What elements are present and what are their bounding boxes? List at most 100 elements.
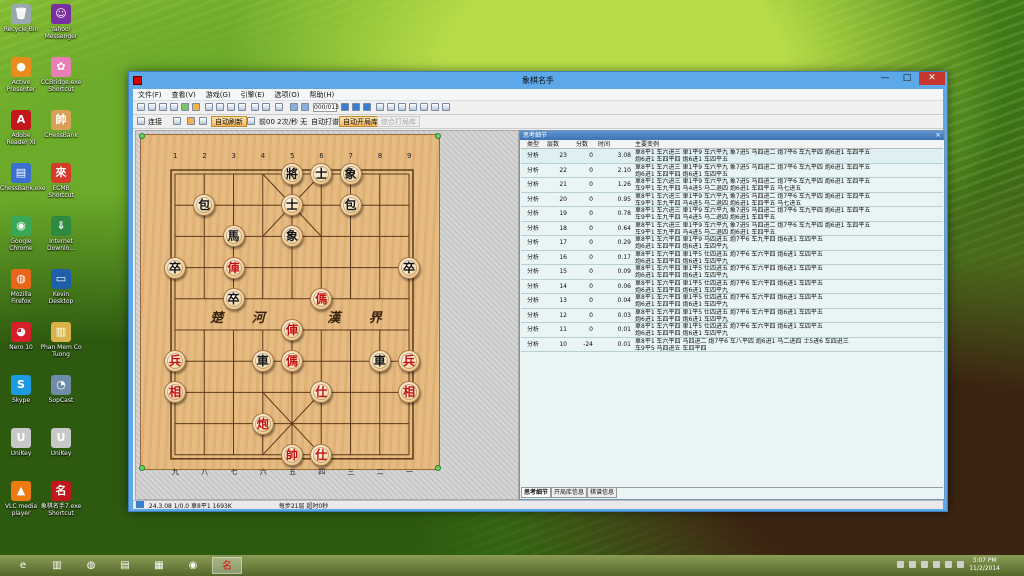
column-header[interactable]: 分数	[576, 141, 588, 149]
flag-icon[interactable]	[187, 117, 195, 125]
firefox-taskbar-icon[interactable]: ◍	[76, 557, 106, 574]
tool-icon[interactable]	[420, 103, 428, 111]
table-row[interactable]: 分析 21 0 1.26 車8平1 车六进三 車1平9 车六平九 象7进5 马四进二 炮…	[521, 178, 943, 193]
menu-item[interactable]: 文件(F)	[133, 89, 167, 101]
xiangqi-piece[interactable]: 炮	[251, 412, 274, 435]
table-row[interactable]: 分析 19 0 0.78 車8平1 车六进三 車1平9 车六平九 象7进5 马四进二 炮…	[521, 207, 943, 222]
table-row[interactable]: 分析 23 0 3.08 車8平1 车六进三 車1平9 车六平九 象7进5 马四进二 炮…	[521, 149, 943, 164]
prev-move-icon[interactable]	[301, 103, 309, 111]
menu-item[interactable]: 选项(O)	[270, 89, 305, 101]
combined-book-button[interactable]: 综合打局库	[377, 116, 420, 127]
desktop-shortcut[interactable]: ● Active Presenter	[0, 57, 42, 93]
xiangqi-piece[interactable]: 車	[251, 350, 274, 373]
connect-dropdown[interactable]: 连接	[148, 117, 162, 127]
desktop-shortcut[interactable]: 來 ECMB Shortcut	[40, 163, 82, 199]
desktop-shortcut[interactable]: A Adobe Reader XI	[0, 110, 42, 146]
xiangqi-piece[interactable]: 包	[339, 194, 362, 217]
desktop-shortcut[interactable]: ✿ CCBridge.exe Shortcut	[40, 57, 82, 93]
table-row[interactable]: 分析 16 0 0.17 車8平1 车六平四 車1平5 仕四进五 炮7平6 车六平四 炮…	[521, 250, 943, 265]
xiangqi-piece[interactable]: 俥	[222, 256, 245, 279]
desktop-shortcut[interactable]: ▥ Phan Mem Co Tuong	[40, 322, 82, 358]
table-row[interactable]: 分析 12 0 0.03 車8平1 车六平四 車1平5 仕四进五 炮7平6 车六平四 炮…	[521, 308, 943, 323]
connect-icon[interactable]	[137, 117, 145, 125]
desktop-shortcut[interactable]: S Skype	[0, 375, 42, 404]
xiangqi-piece[interactable]: 俥	[281, 319, 303, 341]
figure-icon[interactable]	[173, 117, 181, 125]
column-header[interactable]: 主要变例	[635, 141, 659, 149]
chess-board[interactable]: 將士象士包包馬象卒俥卒卒傌俥兵車傌車兵相仕相炮帥仕 楚 河漢 界12345678…	[139, 133, 441, 476]
panel-close-button[interactable]: ×	[935, 131, 941, 140]
gear-icon[interactable]	[247, 117, 255, 125]
maximize-button[interactable]: □	[896, 72, 918, 85]
menu-item[interactable]: 引擎(E)	[236, 89, 270, 101]
flip-icon[interactable]	[251, 103, 259, 111]
option-icon[interactable]	[442, 103, 450, 111]
settings-icon[interactable]	[398, 103, 406, 111]
board-icon[interactable]	[205, 103, 213, 111]
print-icon[interactable]	[227, 103, 235, 111]
desktop-shortcut[interactable]: ▭ Kevin Desktop	[40, 269, 82, 305]
minimize-button[interactable]: —	[874, 72, 896, 85]
title-bar[interactable]: 象棋名手 — □ ✕	[129, 72, 947, 89]
table-row[interactable]: 分析 10 -24 0.01 車8平1 车六平四 马四进二 炮7平6 车八平四 炮6进1…	[521, 337, 943, 352]
auto-refresh-button[interactable]: 自动刷新	[211, 116, 247, 127]
tray-keyboard-icon[interactable]	[957, 561, 964, 568]
tray-up-icon[interactable]	[897, 561, 904, 568]
table-row[interactable]: 分析 17 0 0.29 車8平1 车六平四 車1平9 马四进五 炮7平6 车九平四 炮…	[521, 236, 943, 251]
open-icon[interactable]	[148, 103, 156, 111]
xiangqi-piece[interactable]: 車	[368, 350, 391, 373]
edit-icon[interactable]	[376, 103, 384, 111]
list-icon[interactable]	[216, 103, 224, 111]
column-header[interactable]: 层数	[547, 141, 559, 149]
xiangqi-piece[interactable]: 象	[339, 163, 362, 185]
table-row[interactable]: 分析 14 0 0.06 車8平1 车六平四 車1平5 仕四进五 炮7平6 车六平四 炮…	[521, 279, 943, 294]
column-header[interactable]: 时间	[598, 141, 610, 149]
auto-play-button[interactable]: 自动打谱	[311, 117, 339, 127]
close-button[interactable]: ✕	[919, 72, 945, 85]
panel-tab[interactable]: 开局库信息	[551, 488, 588, 498]
auto-open-book-button[interactable]: 自动开局库	[339, 116, 382, 127]
tray-network-icon[interactable]	[909, 561, 916, 568]
next-move-icon[interactable]	[341, 103, 349, 111]
desktop-shortcut[interactable]: U UniKey	[0, 428, 42, 457]
last-move-icon[interactable]	[352, 103, 360, 111]
desktop-shortcut[interactable]: 帥 CHessBank	[40, 110, 82, 139]
clock-icon[interactable]	[192, 103, 200, 111]
help-icon[interactable]	[409, 103, 417, 111]
menu-item[interactable]: 帮助(H)	[305, 89, 340, 101]
xiangqi-piece[interactable]: 將	[281, 163, 303, 185]
desktop-shortcut[interactable]: ◉ Google Chrome	[0, 216, 42, 252]
tray-volume-icon[interactable]	[933, 561, 940, 568]
xiangqi-piece[interactable]: 卒	[164, 256, 186, 279]
save-icon[interactable]	[159, 103, 167, 111]
desktop-shortcut[interactable]: ◔ SopCast	[40, 375, 82, 404]
menu-item[interactable]: 查看(V)	[167, 89, 201, 101]
notepad-taskbar-icon[interactable]: ▦	[144, 557, 174, 574]
chrome-taskbar-icon[interactable]: ◉	[178, 557, 208, 574]
tray-battery-icon[interactable]	[945, 561, 952, 568]
play-icon[interactable]	[363, 103, 371, 111]
search-icon[interactable]	[238, 103, 246, 111]
desktop-shortcut[interactable]: ▲ VLC media player	[0, 481, 42, 517]
table-row[interactable]: 分析 13 0 0.04 車8平1 车六平四 車1平5 仕四进五 炮7平6 车六平四 炮…	[521, 294, 943, 309]
desktop-shortcut[interactable]: 🗑 Recycle Bin	[0, 4, 42, 33]
table-row[interactable]: 分析 22 0 2.10 車8平1 车六进三 車1平9 车六平九 象7进5 马四进二 炮…	[521, 163, 943, 178]
desktop-shortcut[interactable]: 名象棋名手7.exe Shortcut	[40, 481, 82, 517]
table-row[interactable]: 分析 15 0 0.09 車8平1 车六平四 車1平5 仕四进五 炮7平6 车六平四 炮…	[521, 265, 943, 280]
desktop-shortcut[interactable]: U UniKey	[40, 428, 82, 457]
panel-tab[interactable]: 棋谱信息	[587, 488, 618, 498]
tray-flag-icon[interactable]	[921, 561, 928, 568]
folder-taskbar-icon[interactable]: ▤	[110, 557, 140, 574]
xiangqi-piece[interactable]: 馬	[222, 225, 245, 248]
desktop-shortcut[interactable]: ☺ Yahoo! Messenger	[40, 4, 82, 40]
xiangqi-piece[interactable]: 仕	[310, 443, 333, 466]
explorer-icon[interactable]: ▥	[42, 557, 72, 574]
column-header[interactable]: 类型	[527, 141, 539, 149]
table-row[interactable]: 分析 11 0 0.01 車8平1 车六平四 車1平5 仕四进五 炮7平6 车六平四 炮…	[521, 323, 943, 338]
desktop-shortcut[interactable]: ⇓ Internet Downlo...	[40, 216, 82, 252]
desktop-shortcut[interactable]: ▤ ChessBank.exe	[0, 163, 46, 192]
analyze-icon[interactable]	[387, 103, 395, 111]
zoom-icon[interactable]	[275, 103, 283, 111]
ie-icon[interactable]: e	[8, 557, 38, 574]
xiangqi-piece[interactable]: 卒	[398, 256, 420, 279]
